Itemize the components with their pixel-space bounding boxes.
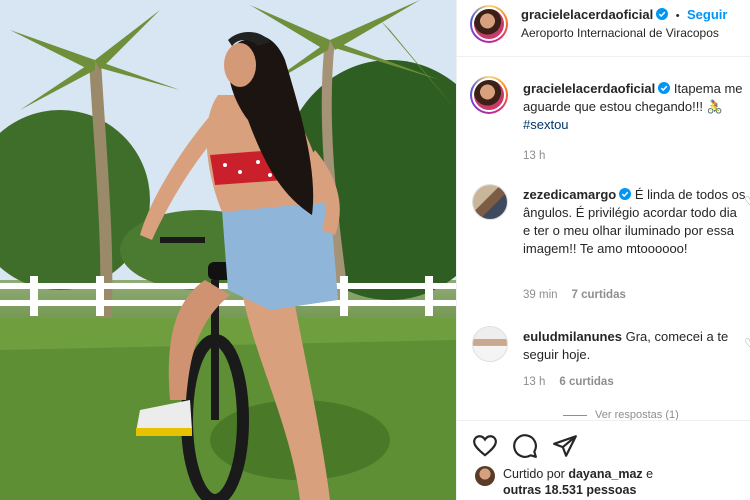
comment-meta: 39 min 7 curtidas bbox=[523, 289, 626, 301]
follow-button[interactable]: Seguir bbox=[687, 7, 727, 22]
likes-conj: e bbox=[646, 467, 654, 481]
caption-time[interactable]: 13 h bbox=[523, 150, 545, 162]
likes-others-count[interactable]: outras 18.531 pessoas bbox=[503, 483, 636, 497]
likes-summary: Curtido por dayana_maz e outras 18.531 p… bbox=[503, 466, 653, 498]
paper-plane-icon[interactable] bbox=[552, 433, 578, 459]
comment-time[interactable]: 39 min bbox=[523, 289, 558, 301]
comment-like-heart-icon[interactable]: ♡ bbox=[744, 194, 750, 208]
caption-avatar[interactable] bbox=[470, 76, 508, 114]
caption-username[interactable]: gracielelacerdaoficial bbox=[523, 81, 655, 96]
verified-badge-icon bbox=[658, 82, 671, 94]
verified-badge-icon bbox=[619, 188, 632, 200]
heart-icon[interactable] bbox=[472, 433, 498, 459]
author-avatar[interactable] bbox=[470, 5, 508, 43]
verified-badge-icon bbox=[656, 8, 669, 20]
liker-avatar[interactable] bbox=[475, 466, 495, 486]
comment-like-heart-icon[interactable]: ♡ bbox=[744, 336, 750, 350]
post-location[interactable]: Aeroporto Internacional de Viracopos bbox=[521, 26, 719, 40]
post-header: gracielelacerdaoficial • Seguir Aeroport… bbox=[457, 0, 750, 57]
post-side-panel: gracielelacerdaoficial • Seguir Aeroport… bbox=[456, 0, 750, 500]
comment-meta: 13 h 6 curtidas bbox=[523, 376, 614, 388]
commenter-avatar[interactable] bbox=[472, 326, 508, 362]
header-separator: • bbox=[675, 10, 680, 22]
liker-username[interactable]: dayana_maz bbox=[568, 467, 642, 481]
caption-hashtag[interactable]: #sextou bbox=[523, 117, 569, 132]
photo-illustration bbox=[0, 0, 456, 500]
author-username[interactable]: gracielelacerdaoficial bbox=[521, 7, 653, 22]
commenter-avatar[interactable] bbox=[472, 184, 508, 220]
comment-likes[interactable]: 7 curtidas bbox=[572, 289, 626, 301]
comment-likes[interactable]: 6 curtidas bbox=[559, 376, 613, 388]
comment-username[interactable]: zezedicamargo bbox=[523, 187, 616, 202]
comment-time[interactable]: 13 h bbox=[523, 376, 545, 388]
post-photo[interactable] bbox=[0, 0, 456, 500]
comment-username[interactable]: euludmilanunes bbox=[523, 329, 622, 344]
comment-bubble-icon[interactable] bbox=[512, 433, 538, 459]
likes-prefix: Curtido por bbox=[503, 467, 565, 481]
